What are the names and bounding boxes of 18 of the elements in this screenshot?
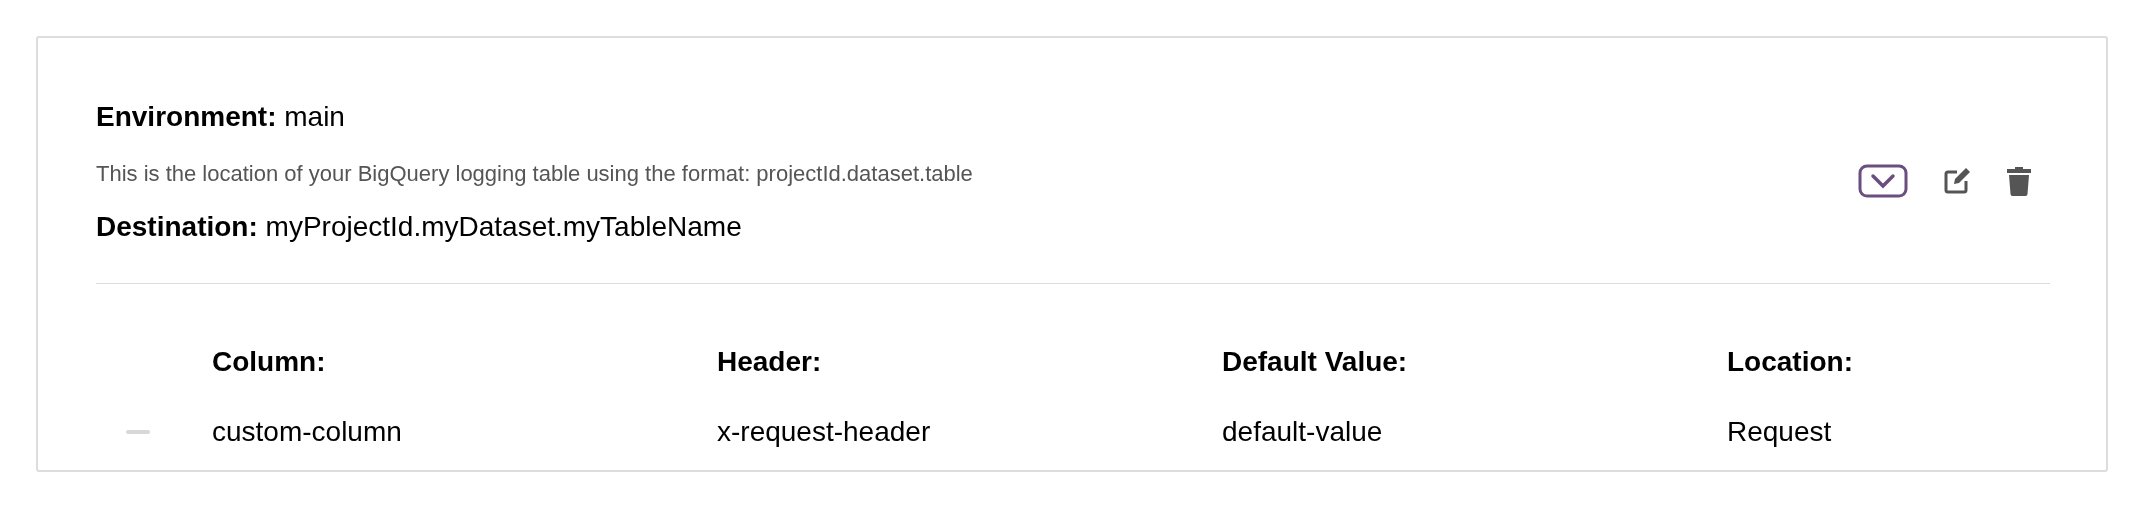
description-text: This is the location of your BigQuery logging table using the format: projectId.dataset.table bbox=[96, 161, 973, 187]
trash-icon bbox=[2006, 165, 2032, 196]
chevron-down-icon bbox=[1858, 163, 1908, 198]
dash-icon bbox=[126, 430, 150, 434]
table-cell-text: x-request-header bbox=[717, 416, 932, 448]
table-cell-text: Request bbox=[1727, 416, 1833, 448]
column-header: Default Value: bbox=[1222, 346, 1409, 378]
table-cell-text: custom-column bbox=[212, 416, 403, 448]
expand-button[interactable] bbox=[1858, 163, 1908, 198]
edit-button[interactable] bbox=[1942, 165, 1972, 196]
destination-text: Destination: myProjectId.myDataset.myTableName bbox=[96, 211, 743, 243]
column-header: Header: bbox=[717, 346, 823, 378]
delete-button[interactable] bbox=[2006, 165, 2032, 196]
table-cell-text: default-value bbox=[1222, 416, 1384, 448]
environment-text: Environment: main bbox=[96, 101, 346, 133]
column-header: Column: bbox=[212, 346, 327, 378]
edit-icon bbox=[1942, 165, 1972, 196]
column-header: Location: bbox=[1727, 346, 1854, 378]
